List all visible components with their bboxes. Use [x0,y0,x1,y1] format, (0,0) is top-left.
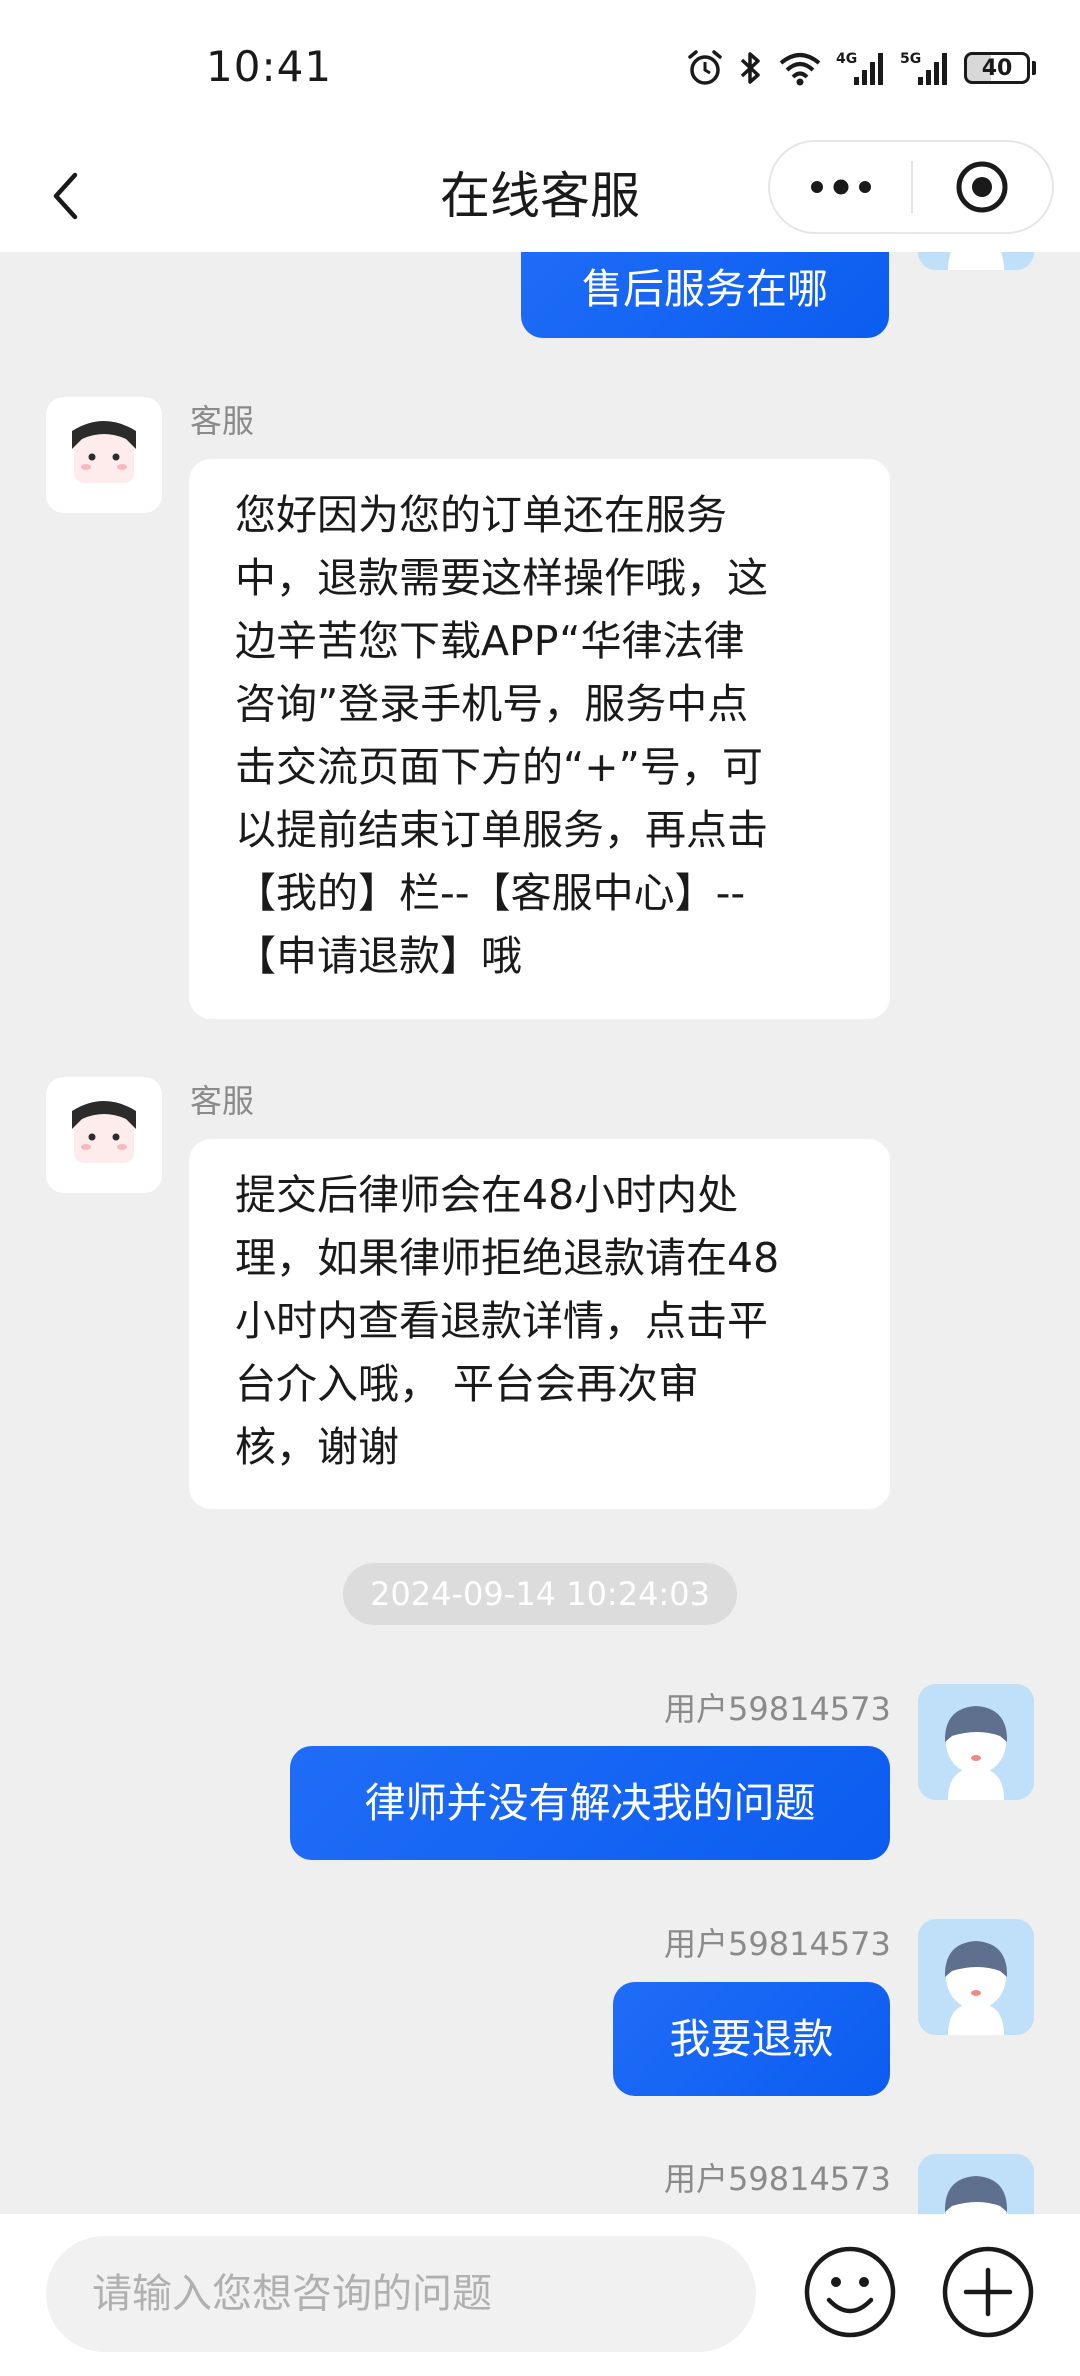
user-sender-name: 用户59814573 [664,2160,891,2198]
user-sender-name: 用户59814573 [664,1925,891,1963]
bluetooth-icon [740,52,760,84]
battery-level: 40 [964,52,1030,84]
user-sender-name: 用户59814573 [664,1690,891,1728]
miniprogram-capsule [768,140,1054,234]
more-dots-icon [810,179,871,195]
user-message-bubble[interactable]: 售后服务在哪 [521,252,889,338]
user-avatar[interactable] [918,1684,1034,1800]
more-button[interactable] [770,142,911,232]
user-avatar[interactable] [918,252,1034,270]
agent-sender-name: 客服 [190,402,255,440]
signal-5g-icon: 5G [900,51,947,85]
network-label-5g: 5G [900,51,921,67]
user-avatar-icon [918,1919,1034,2035]
battery-icon: 40 [964,52,1036,84]
chat-list[interactable]: 售后服务在哪 客服 您好因为您的订单还在服务 中，退款需要这样操作哦，这 边辛苦… [0,252,1080,2214]
close-button[interactable] [913,142,1052,232]
agent-avatar[interactable] [46,397,162,513]
agent-avatar-icon [46,397,162,513]
user-message-bubble[interactable]: 我要退款 [613,1982,890,2096]
agent-avatar[interactable] [46,1077,162,1193]
alarm-icon [688,50,722,85]
target-close-icon [956,161,1008,213]
user-avatar-icon [918,2154,1034,2214]
user-avatar-icon [918,1684,1034,1800]
signal-4g-icon: 4G [836,51,883,85]
plus-button[interactable] [940,2244,1036,2340]
chevron-left-icon [53,172,78,220]
plus-icon [942,2246,1034,2338]
user-avatar[interactable] [918,1919,1034,2035]
user-avatar[interactable] [918,2154,1034,2214]
input-bar: 请输入您想咨询的问题 [0,2214,1080,2376]
wifi-icon [779,53,821,86]
agent-message-bubble[interactable]: 您好因为您的订单还在服务 中，退款需要这样操作哦，这 边辛苦您下载APP“华律法… [189,459,890,1019]
user-avatar-icon [918,252,1034,270]
emoji-icon [804,2246,896,2338]
status-bar: 10:41 4G 5G 40 [0,0,1080,140]
message-input[interactable]: 请输入您想咨询的问题 [46,2236,756,2352]
agent-message-bubble[interactable]: 提交后律师会在48小时内处 理，如果律师拒绝退款请在48 小时内查看退款详情，点… [189,1139,890,1509]
agent-avatar-icon [46,1077,162,1193]
agent-sender-name: 客服 [190,1082,255,1120]
timestamp-pill: 2024-09-14 10:24:03 [343,1563,737,1625]
user-message-bubble[interactable]: 律师并没有解决我的问题 [290,1746,890,1860]
emoji-button[interactable] [802,2244,898,2340]
status-time: 10:41 [206,42,333,91]
network-label-4g: 4G [836,51,857,67]
nav-bar: 在线客服 [0,140,1080,252]
status-icons: 4G 5G 40 [686,48,1036,88]
back-button[interactable] [36,166,96,226]
